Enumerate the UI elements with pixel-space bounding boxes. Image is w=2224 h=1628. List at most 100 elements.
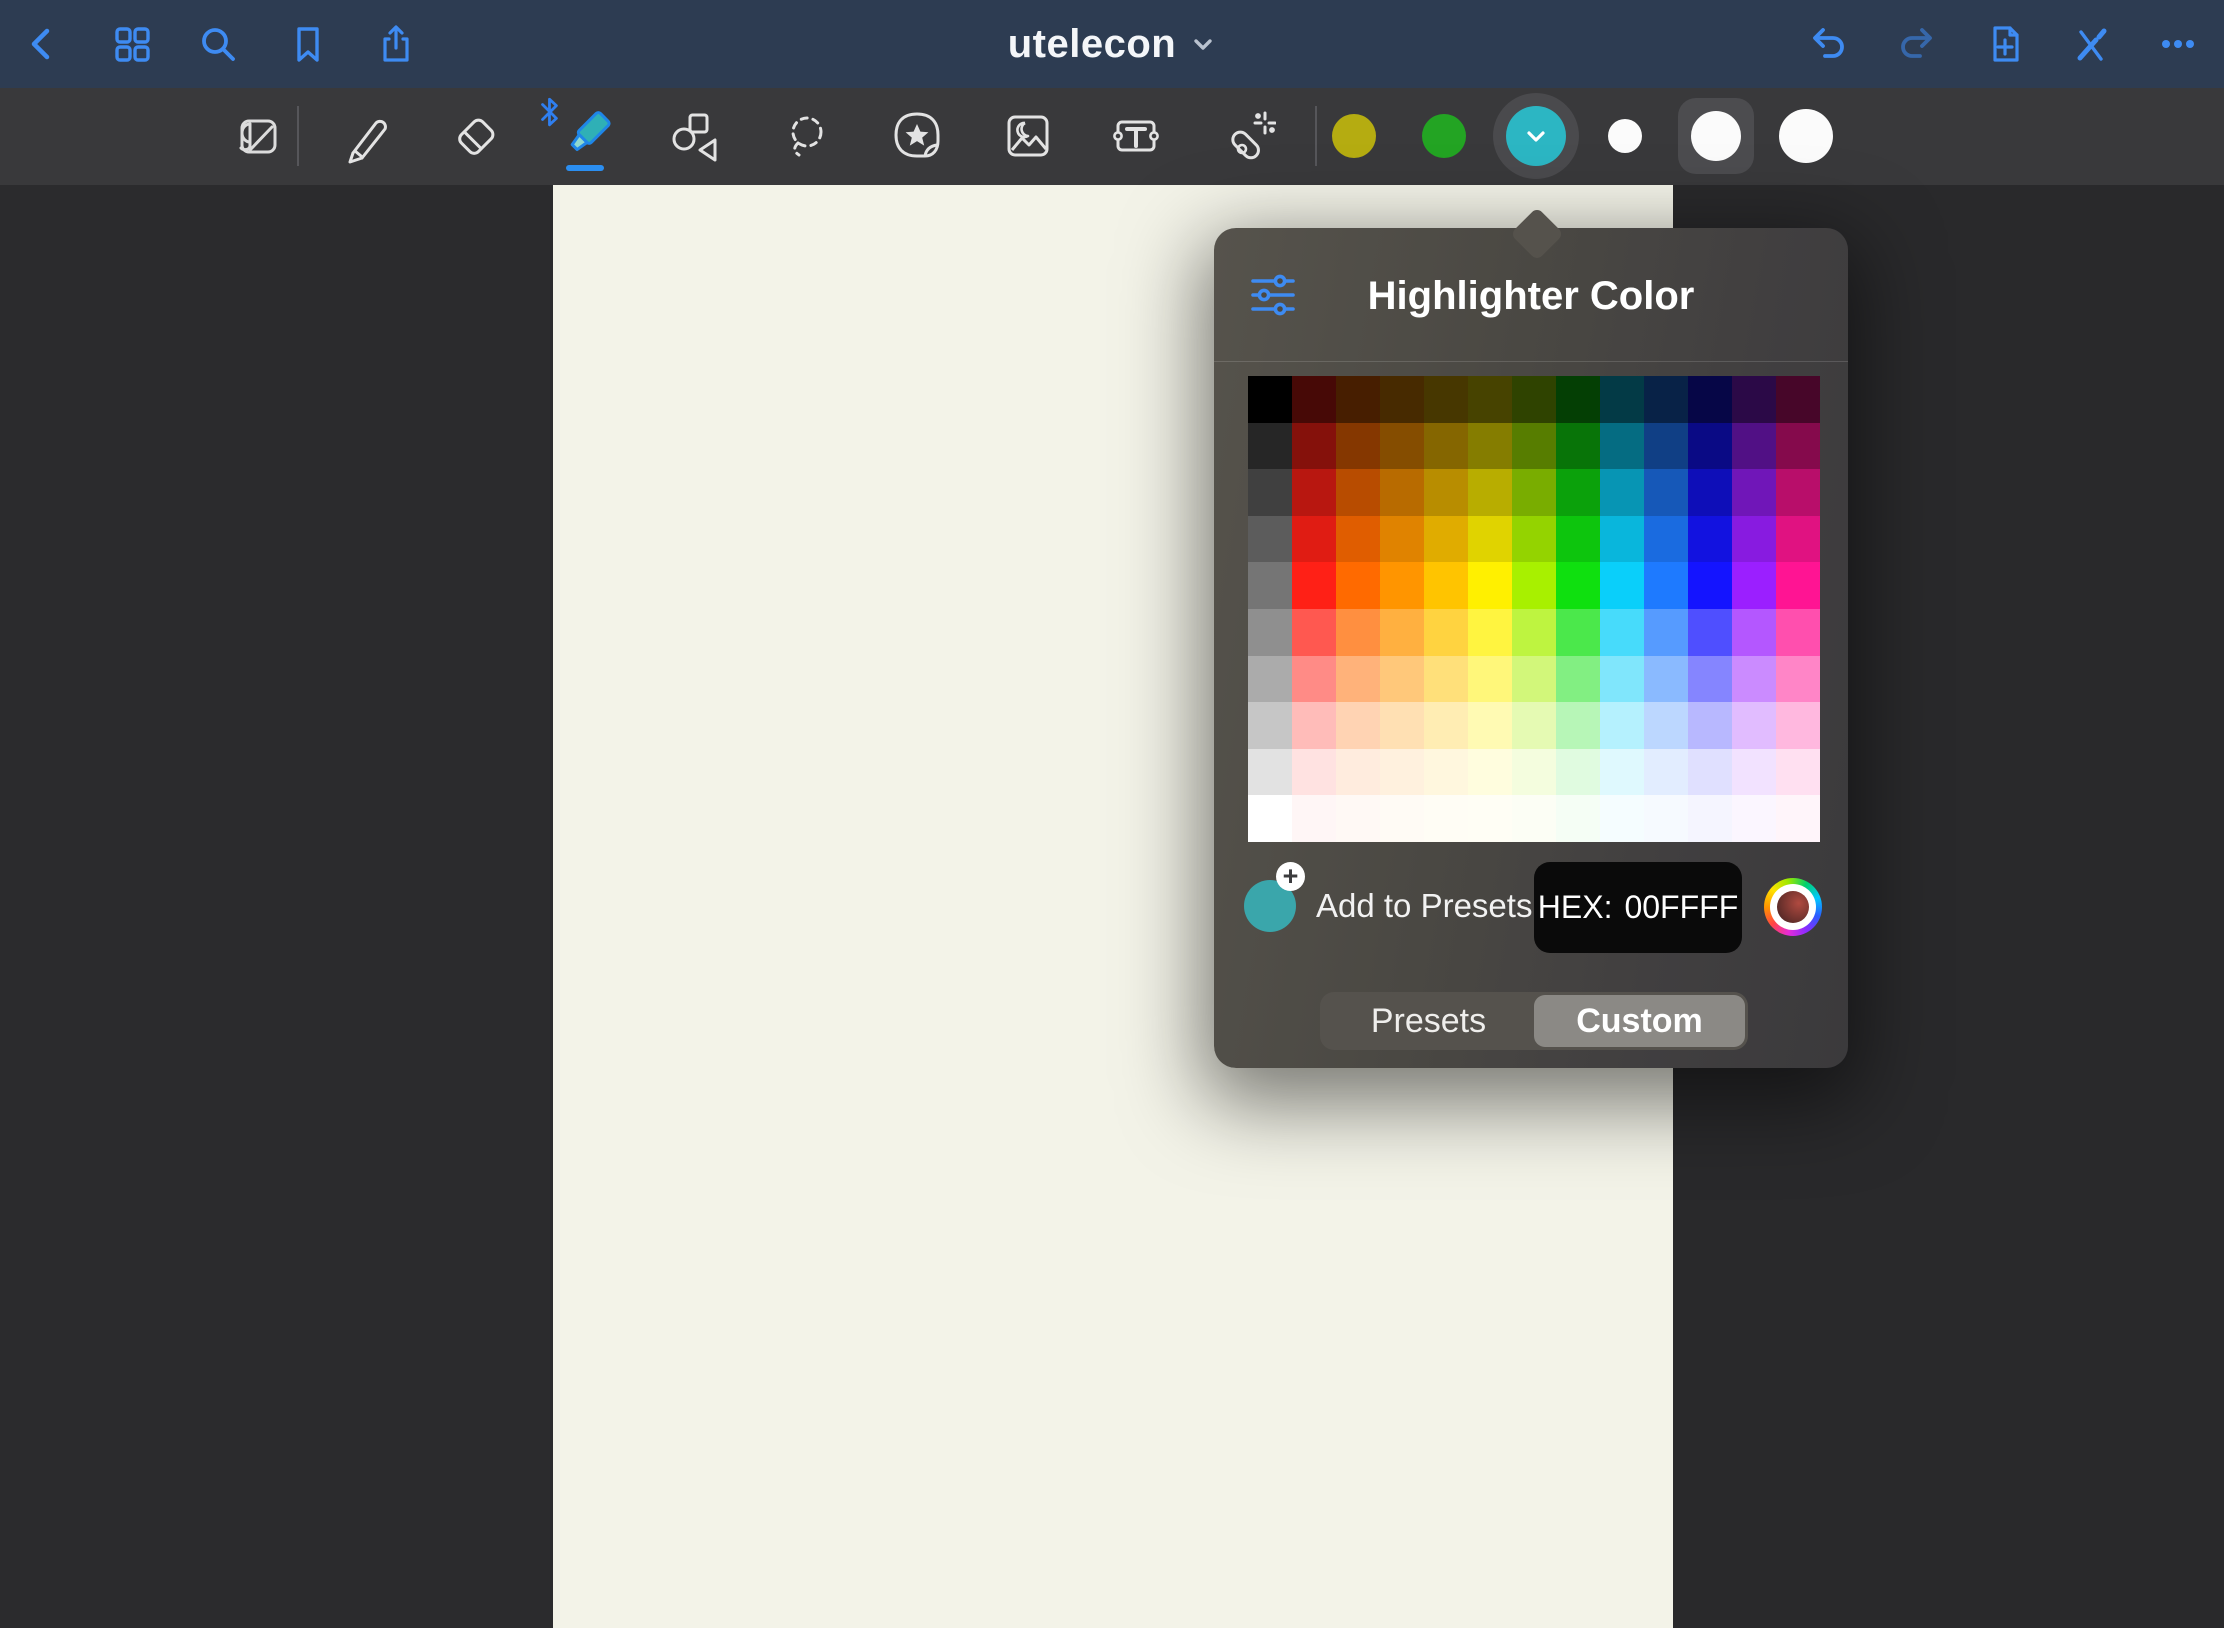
color-cell[interactable] <box>1424 609 1468 656</box>
color-cell[interactable] <box>1644 423 1688 470</box>
color-cell[interactable] <box>1600 423 1644 470</box>
color-cell[interactable] <box>1424 376 1468 423</box>
color-cell[interactable] <box>1776 702 1820 749</box>
color-cell[interactable] <box>1248 423 1292 470</box>
color-cell[interactable] <box>1424 516 1468 563</box>
color-cell[interactable] <box>1688 795 1732 842</box>
undo-button[interactable] <box>1806 22 1850 66</box>
color-cell[interactable] <box>1248 516 1292 563</box>
color-cell[interactable] <box>1512 423 1556 470</box>
color-cell[interactable] <box>1644 516 1688 563</box>
color-cell[interactable] <box>1776 469 1820 516</box>
color-cell[interactable] <box>1556 656 1600 703</box>
color-cell[interactable] <box>1776 562 1820 609</box>
color-cell[interactable] <box>1248 795 1292 842</box>
color-cell[interactable] <box>1644 795 1688 842</box>
color-cell[interactable] <box>1336 656 1380 703</box>
color-cell[interactable] <box>1512 469 1556 516</box>
tab-custom[interactable]: Custom <box>1534 995 1745 1047</box>
color-cell[interactable] <box>1732 749 1776 796</box>
color-cell[interactable] <box>1556 749 1600 796</box>
color-cell[interactable] <box>1512 516 1556 563</box>
thickness-medium-button-selected[interactable] <box>1678 98 1754 174</box>
color-cell[interactable] <box>1468 656 1512 703</box>
color-cell[interactable] <box>1688 469 1732 516</box>
color-cell[interactable] <box>1644 376 1688 423</box>
color-cell[interactable] <box>1424 702 1468 749</box>
color-cell[interactable] <box>1644 702 1688 749</box>
color-cell[interactable] <box>1688 516 1732 563</box>
color-cell[interactable] <box>1292 795 1336 842</box>
color-cell[interactable] <box>1556 376 1600 423</box>
color-cell[interactable] <box>1468 749 1512 796</box>
color-cell[interactable] <box>1380 609 1424 656</box>
color-cell[interactable] <box>1380 702 1424 749</box>
color-cell[interactable] <box>1776 749 1820 796</box>
color-cell[interactable] <box>1776 656 1820 703</box>
color-cell[interactable] <box>1688 702 1732 749</box>
color-cell[interactable] <box>1424 656 1468 703</box>
thickness-small-button[interactable] <box>1608 119 1642 153</box>
color-cell[interactable] <box>1688 562 1732 609</box>
add-page-button[interactable] <box>1983 22 2027 66</box>
color-cell[interactable] <box>1556 423 1600 470</box>
color-cell[interactable] <box>1688 609 1732 656</box>
color-cell[interactable] <box>1248 656 1292 703</box>
color-cell[interactable] <box>1556 562 1600 609</box>
color-cell[interactable] <box>1248 562 1292 609</box>
hex-input[interactable]: HEX: 00FFFF <box>1534 862 1742 953</box>
color-cell[interactable] <box>1732 562 1776 609</box>
document-title-group[interactable]: utelecon <box>0 0 2224 88</box>
color-cell[interactable] <box>1556 609 1600 656</box>
color-cell[interactable] <box>1292 376 1336 423</box>
color-cell[interactable] <box>1776 423 1820 470</box>
stylus-toggle-button[interactable] <box>2068 22 2112 66</box>
color-cell[interactable] <box>1468 423 1512 470</box>
color-cell[interactable] <box>1732 376 1776 423</box>
color-cell[interactable] <box>1556 795 1600 842</box>
color-cell[interactable] <box>1512 795 1556 842</box>
color-cell[interactable] <box>1732 795 1776 842</box>
color-cell[interactable] <box>1600 562 1644 609</box>
color-cell[interactable] <box>1468 702 1512 749</box>
color-cell[interactable] <box>1292 609 1336 656</box>
color-cell[interactable] <box>1336 562 1380 609</box>
color-cell[interactable] <box>1468 516 1512 563</box>
color-cell[interactable] <box>1512 376 1556 423</box>
color-cell[interactable] <box>1688 376 1732 423</box>
color-cell[interactable] <box>1688 423 1732 470</box>
color-cell[interactable] <box>1732 656 1776 703</box>
color-cell[interactable] <box>1380 423 1424 470</box>
color-cell[interactable] <box>1380 469 1424 516</box>
color-cell[interactable] <box>1512 609 1556 656</box>
shapes-tool-button[interactable] <box>659 98 735 174</box>
color-cell[interactable] <box>1600 516 1644 563</box>
color-cell[interactable] <box>1688 749 1732 796</box>
color-cell[interactable] <box>1292 423 1336 470</box>
color-cell[interactable] <box>1776 609 1820 656</box>
edit-mode-button[interactable] <box>218 98 294 174</box>
color-cell[interactable] <box>1292 562 1336 609</box>
color-cell[interactable] <box>1292 656 1336 703</box>
color-cell[interactable] <box>1468 469 1512 516</box>
color-cell[interactable] <box>1336 469 1380 516</box>
color-cell[interactable] <box>1248 469 1292 516</box>
color-cell[interactable] <box>1776 516 1820 563</box>
color-cell[interactable] <box>1512 702 1556 749</box>
color-cell[interactable] <box>1424 423 1468 470</box>
color-cell[interactable] <box>1424 469 1468 516</box>
color-cell[interactable] <box>1248 376 1292 423</box>
color-cell[interactable] <box>1776 795 1820 842</box>
color-cell[interactable] <box>1380 376 1424 423</box>
color-cell[interactable] <box>1424 795 1468 842</box>
color-cell[interactable] <box>1468 795 1512 842</box>
color-cell[interactable] <box>1776 376 1820 423</box>
color-swatch-teal-selected[interactable] <box>1493 93 1579 179</box>
color-swatch-olive[interactable] <box>1332 114 1376 158</box>
color-cell[interactable] <box>1732 423 1776 470</box>
color-cell[interactable] <box>1248 749 1292 796</box>
thickness-large-button[interactable] <box>1779 109 1833 163</box>
color-wheel-button[interactable] <box>1764 878 1822 936</box>
color-cell[interactable] <box>1512 656 1556 703</box>
color-cell[interactable] <box>1468 376 1512 423</box>
